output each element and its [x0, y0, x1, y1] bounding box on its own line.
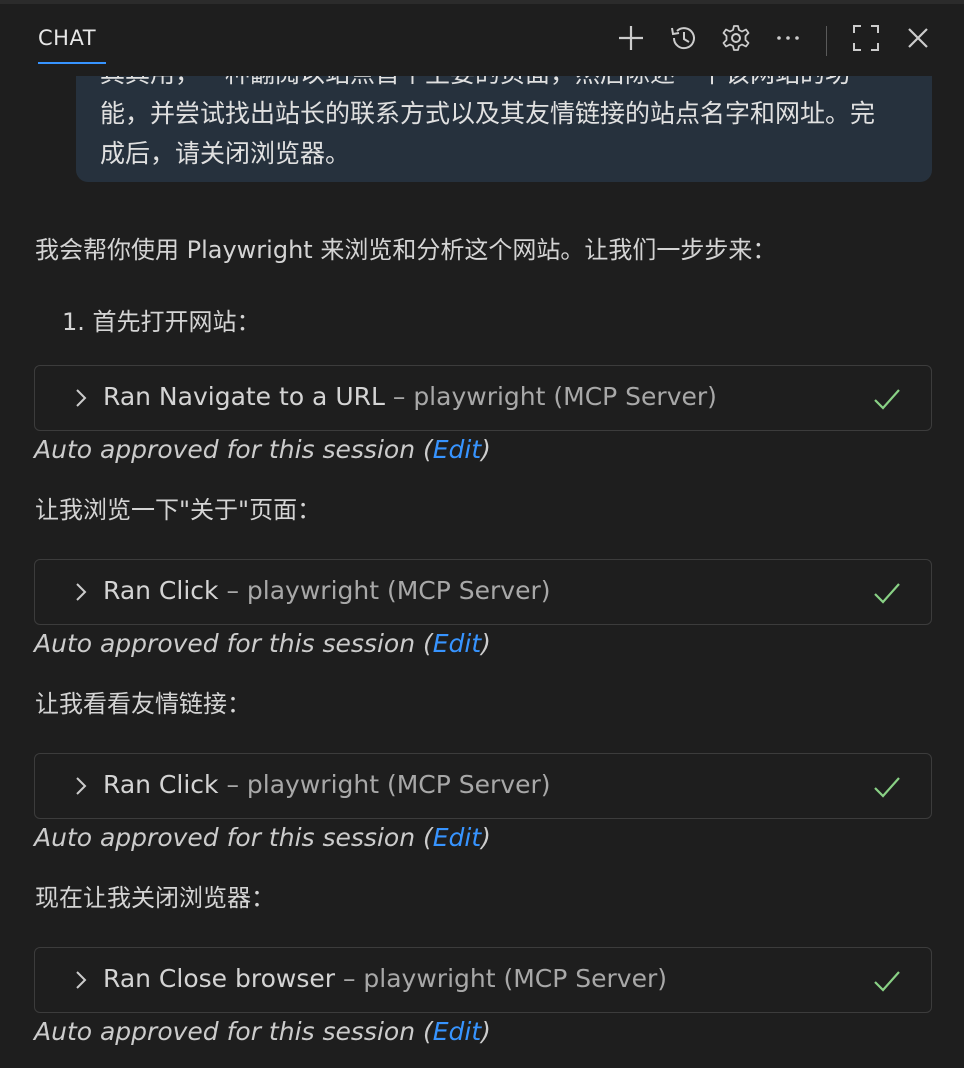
- chevron-right-icon: [76, 389, 87, 407]
- auto-approved-text: Auto approved for this session (: [34, 823, 433, 852]
- user-message-line: 成后，请关闭浏览器。: [100, 139, 351, 168]
- tool-call-action: Ran Navigate to a URL: [103, 382, 385, 411]
- chevron-right-icon: [76, 971, 87, 989]
- assistant-links-text: 让我看看友情链接：: [35, 690, 251, 718]
- maximize-icon: [853, 25, 879, 51]
- tool-call-action: Ran Click: [103, 576, 219, 605]
- check-icon: [874, 777, 900, 798]
- auto-approved-suffix: ): [481, 1017, 491, 1046]
- tool-call-action: Ran Close browser: [103, 964, 336, 993]
- tool-call-label: Ran Click – playwright (MCP Server): [103, 576, 551, 605]
- new-chat-button[interactable]: [615, 22, 647, 54]
- edit-link[interactable]: Edit: [433, 435, 481, 464]
- tool-call-close-browser[interactable]: Ran Close browser – playwright (MCP Serv…: [34, 947, 932, 1013]
- chat-transcript[interactable]: 其其用，一种翻阅以站点首个主要的页面，然后陈述一下该网站的功 能，并尝试找出站长…: [0, 0, 964, 1068]
- close-icon: [908, 28, 928, 48]
- auto-approved-note: Auto approved for this session (Edit): [34, 629, 491, 658]
- auto-approved-text: Auto approved for this session (: [34, 1017, 433, 1046]
- close-button[interactable]: [902, 22, 934, 54]
- history-icon: [671, 27, 695, 50]
- tool-call-click[interactable]: Ran Click – playwright (MCP Server): [34, 559, 932, 625]
- edit-link[interactable]: Edit: [433, 1017, 481, 1046]
- tool-call-label: Ran Navigate to a URL – playwright (MCP …: [103, 382, 717, 411]
- edit-link[interactable]: Edit: [433, 629, 481, 658]
- tool-call-source: – playwright (MCP Server): [384, 382, 717, 411]
- auto-approved-note: Auto approved for this session (Edit): [34, 1017, 491, 1046]
- assistant-step-text: 1. 首先打开网站：: [62, 308, 261, 336]
- header-separator: [826, 26, 827, 56]
- edit-link[interactable]: Edit: [433, 823, 481, 852]
- tool-call-label: Ran Click – playwright (MCP Server): [103, 770, 551, 799]
- tool-call-source: – playwright (MCP Server): [218, 770, 551, 799]
- assistant-about-text: 让我浏览一下"关于"页面：: [35, 496, 322, 524]
- plus-icon: [619, 26, 643, 50]
- auto-approved-note: Auto approved for this session (Edit): [34, 435, 491, 464]
- more-actions-button[interactable]: [772, 22, 804, 54]
- check-icon: [874, 389, 900, 410]
- chat-panel: 其其用，一种翻阅以站点首个主要的页面，然后陈述一下该网站的功 能，并尝试找出站长…: [0, 0, 964, 1068]
- auto-approved-note: Auto approved for this session (Edit): [34, 823, 491, 852]
- chevron-right-icon: [76, 583, 87, 601]
- check-icon: [874, 971, 900, 992]
- gear-icon: [722, 25, 750, 51]
- assistant-close-text: 现在让我关闭浏览器：: [35, 884, 275, 912]
- auto-approved-suffix: ): [481, 823, 491, 852]
- tool-call-source: – playwright (MCP Server): [218, 576, 551, 605]
- user-message-line: 能，并尝试找出站长的联系方式以及其友情链接的站点名字和网址。完: [100, 99, 876, 128]
- active-tab-indicator: [38, 62, 106, 64]
- auto-approved-suffix: ): [481, 629, 491, 658]
- check-icon: [874, 583, 900, 604]
- auto-approved-suffix: ): [481, 435, 491, 464]
- tool-call-action: Ran Click: [103, 770, 219, 799]
- chat-header: CHAT: [0, 4, 964, 76]
- tool-call-source: – playwright (MCP Server): [335, 964, 668, 993]
- history-button[interactable]: [668, 22, 700, 54]
- auto-approved-text: Auto approved for this session (: [34, 435, 433, 464]
- settings-button[interactable]: [720, 22, 752, 54]
- maximize-button[interactable]: [850, 22, 882, 54]
- more-icon: [777, 36, 799, 40]
- tool-call-label: Ran Close browser – playwright (MCP Serv…: [103, 964, 667, 993]
- tool-call-navigate[interactable]: Ran Navigate to a URL – playwright (MCP …: [34, 365, 932, 431]
- tab-chat[interactable]: CHAT: [38, 26, 96, 50]
- assistant-intro-text: 我会帮你使用 Playwright 来浏览和分析这个网站。让我们一步步来：: [35, 236, 777, 264]
- tool-call-click[interactable]: Ran Click – playwright (MCP Server): [34, 753, 932, 819]
- auto-approved-text: Auto approved for this session (: [34, 629, 433, 658]
- chevron-right-icon: [76, 777, 87, 795]
